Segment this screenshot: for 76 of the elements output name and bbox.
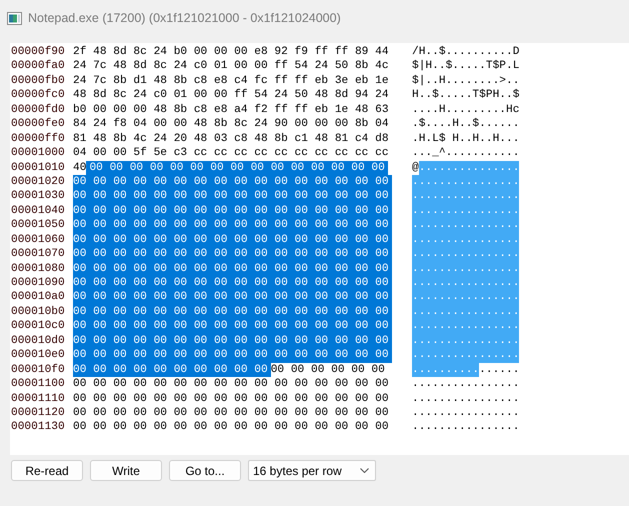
ascii-text[interactable]: ................ (412, 392, 520, 406)
hex-bytes[interactable]: 00 00 00 00 00 00 00 00 00 00 00 00 00 00 00 00 (73, 189, 392, 204)
row-address: 00001050 (11, 218, 66, 233)
hex-bytes[interactable]: 00 00 00 00 00 00 00 00 00 00 00 00 00 00 00 00 (73, 392, 392, 406)
hex-bytes[interactable]: 04 00 00 5f 5e c3 cc cc cc cc cc cc cc cc cc cc (73, 146, 392, 160)
hex-bytes[interactable]: 00 00 00 00 00 00 00 00 00 00 00 00 00 00 00 00 (73, 304, 392, 320)
row-address: 00001130 (11, 420, 66, 435)
row-address: 00001000 (11, 146, 66, 160)
hex-bytes[interactable]: 2f 48 8d 8c 24 b0 00 00 00 e8 92 f9 ff ff 89 44 (73, 45, 392, 60)
row-size-dropdown[interactable]: 16 bytes per row (248, 460, 376, 481)
app-icon (7, 12, 22, 24)
row-address: 00000fe0 (11, 117, 66, 132)
ascii-text[interactable]: .$....H..$...... (412, 117, 520, 132)
ascii-text[interactable]: H..$.....T$PH..$ (412, 88, 520, 103)
row-address: 00001100 (11, 377, 66, 392)
ascii-text[interactable]: $|..H........>.. (412, 74, 520, 88)
row-address: 00001110 (11, 392, 66, 406)
row-address: 000010d0 (11, 334, 66, 348)
ascii-text[interactable]: @ (412, 160, 419, 175)
row-address: 00001030 (11, 189, 66, 204)
hex-bytes[interactable]: 00 00 00 00 00 00 00 00 00 00 00 00 00 00 00 00 (73, 348, 392, 363)
ascii-text[interactable]: .H.L$ H..H..H... (412, 132, 520, 146)
row-address: 00001060 (11, 232, 66, 248)
row-address: 00000f90 (11, 45, 66, 60)
hex-bytes[interactable]: 00 00 00 00 00 00 00 00 00 00 00 00 00 00 00 00 (73, 290, 392, 305)
ascii-text[interactable]: ....H.........Hc (412, 102, 520, 118)
hex-bytes[interactable]: 00 00 00 00 00 00 00 00 00 00 00 00 00 00 00 00 (73, 276, 392, 290)
row-address: 00001090 (11, 276, 66, 290)
hex-bytes[interactable]: 81 48 8b 4c 24 20 48 03 c8 48 8b c1 48 81 c4 d8 (73, 132, 392, 146)
row-address: 00001120 (11, 406, 66, 420)
hex-bytes[interactable]: 00 00 00 00 00 00 00 00 00 00 00 00 00 00 00 00 (73, 420, 392, 435)
hex-bytes[interactable]: 00 00 00 00 00 00 00 00 00 00 00 00 00 00 00 00 (73, 406, 392, 420)
hex-bytes[interactable]: 00 00 00 00 00 00 00 00 00 00 00 00 00 00 00 00 (73, 218, 392, 233)
row-address: 000010e0 (11, 348, 66, 363)
ascii-text[interactable]: $|H..$.....T$P.L (412, 59, 520, 74)
hex-bytes[interactable]: 00 00 00 00 00 00 00 00 00 00 00 00 00 00 00 00 (73, 377, 392, 392)
row-address: 000010a0 (11, 290, 66, 305)
hex-bytes[interactable]: 00 00 00 00 00 00 00 00 00 00 00 00 00 00 00 00 (73, 262, 392, 276)
row-address: 00001010 (11, 160, 66, 175)
row-address: 00000fc0 (11, 88, 66, 103)
hex-bytes[interactable]: 00 00 00 00 00 00 00 00 00 00 (73, 362, 271, 378)
hex-bytes[interactable]: 00 00 00 00 00 00 00 00 00 00 00 00 00 00 00 00 (73, 204, 392, 218)
ascii-text[interactable]: /H..$..........D (412, 45, 520, 60)
row-address: 000010f0 (11, 362, 66, 378)
hex-bytes[interactable]: 24 7c 8b d1 48 8b c8 e8 c4 fc ff ff eb 3e eb 1e (73, 74, 392, 88)
ascii-text[interactable]: ................ (412, 377, 520, 392)
toolbar-button[interactable]: Go to... (169, 460, 241, 481)
window-title: Notepad.exe (17200) (0x1f121021000 - 0x1f121024000) (28, 11, 341, 25)
chevron-down-icon (360, 468, 369, 473)
hex-bytes[interactable]: 84 24 f8 04 00 00 48 8b 8c 24 90 00 00 00 8b 04 (73, 117, 392, 132)
row-address: 00001080 (11, 262, 66, 276)
hex-bytes[interactable]: 24 7c 48 8d 8c 24 c0 01 00 00 ff 54 24 50 8b 4c (73, 59, 392, 74)
row-address: 00000fa0 (11, 59, 66, 74)
row-address: 000010c0 (11, 319, 66, 334)
ascii-text[interactable]: ................ (412, 420, 520, 435)
ascii-text[interactable]: ................ (412, 406, 520, 420)
ascii-text[interactable]: ...... (479, 362, 520, 378)
hex-bytes[interactable]: 48 8d 8c 24 c0 01 00 00 ff 54 24 50 48 8d 94 24 (73, 88, 392, 103)
hex-bytes[interactable]: 00 00 00 00 00 00 00 00 00 00 00 00 00 00 00 00 (73, 174, 392, 190)
row-address: 00000fd0 (11, 102, 66, 118)
row-address: 00001040 (11, 204, 66, 218)
hex-bytes[interactable]: 00 00 00 00 00 00 00 00 00 00 00 00 00 00 00 00 (73, 232, 392, 248)
row-address: 00001070 (11, 247, 66, 262)
hex-bytes[interactable]: b0 00 00 00 48 8b c8 e8 a4 f2 ff ff eb 1e 48 63 (73, 102, 392, 118)
row-address: 000010b0 (11, 304, 66, 320)
row-address: 00000fb0 (11, 74, 66, 88)
row-address: 00001020 (11, 174, 66, 190)
hex-bytes[interactable]: 00 00 00 00 00 00 00 00 00 00 00 00 00 00 00 00 (73, 319, 392, 334)
hex-bytes[interactable]: 00 00 00 00 00 00 00 00 00 00 00 00 00 00 00 00 (73, 334, 392, 348)
hex-bytes[interactable]: 00 00 00 00 00 00 (270, 362, 388, 378)
toolbar-button[interactable]: Re-read (11, 460, 83, 481)
hex-bytes[interactable]: 00 00 00 00 00 00 00 00 00 00 00 00 00 00 00 (86, 160, 388, 175)
hex-bytes[interactable]: 00 00 00 00 00 00 00 00 00 00 00 00 00 00 00 00 (73, 247, 392, 262)
toolbar-button[interactable]: Write (90, 460, 162, 481)
ascii-text[interactable]: ..._^........... (412, 146, 520, 160)
row-address: 00000ff0 (11, 132, 66, 146)
